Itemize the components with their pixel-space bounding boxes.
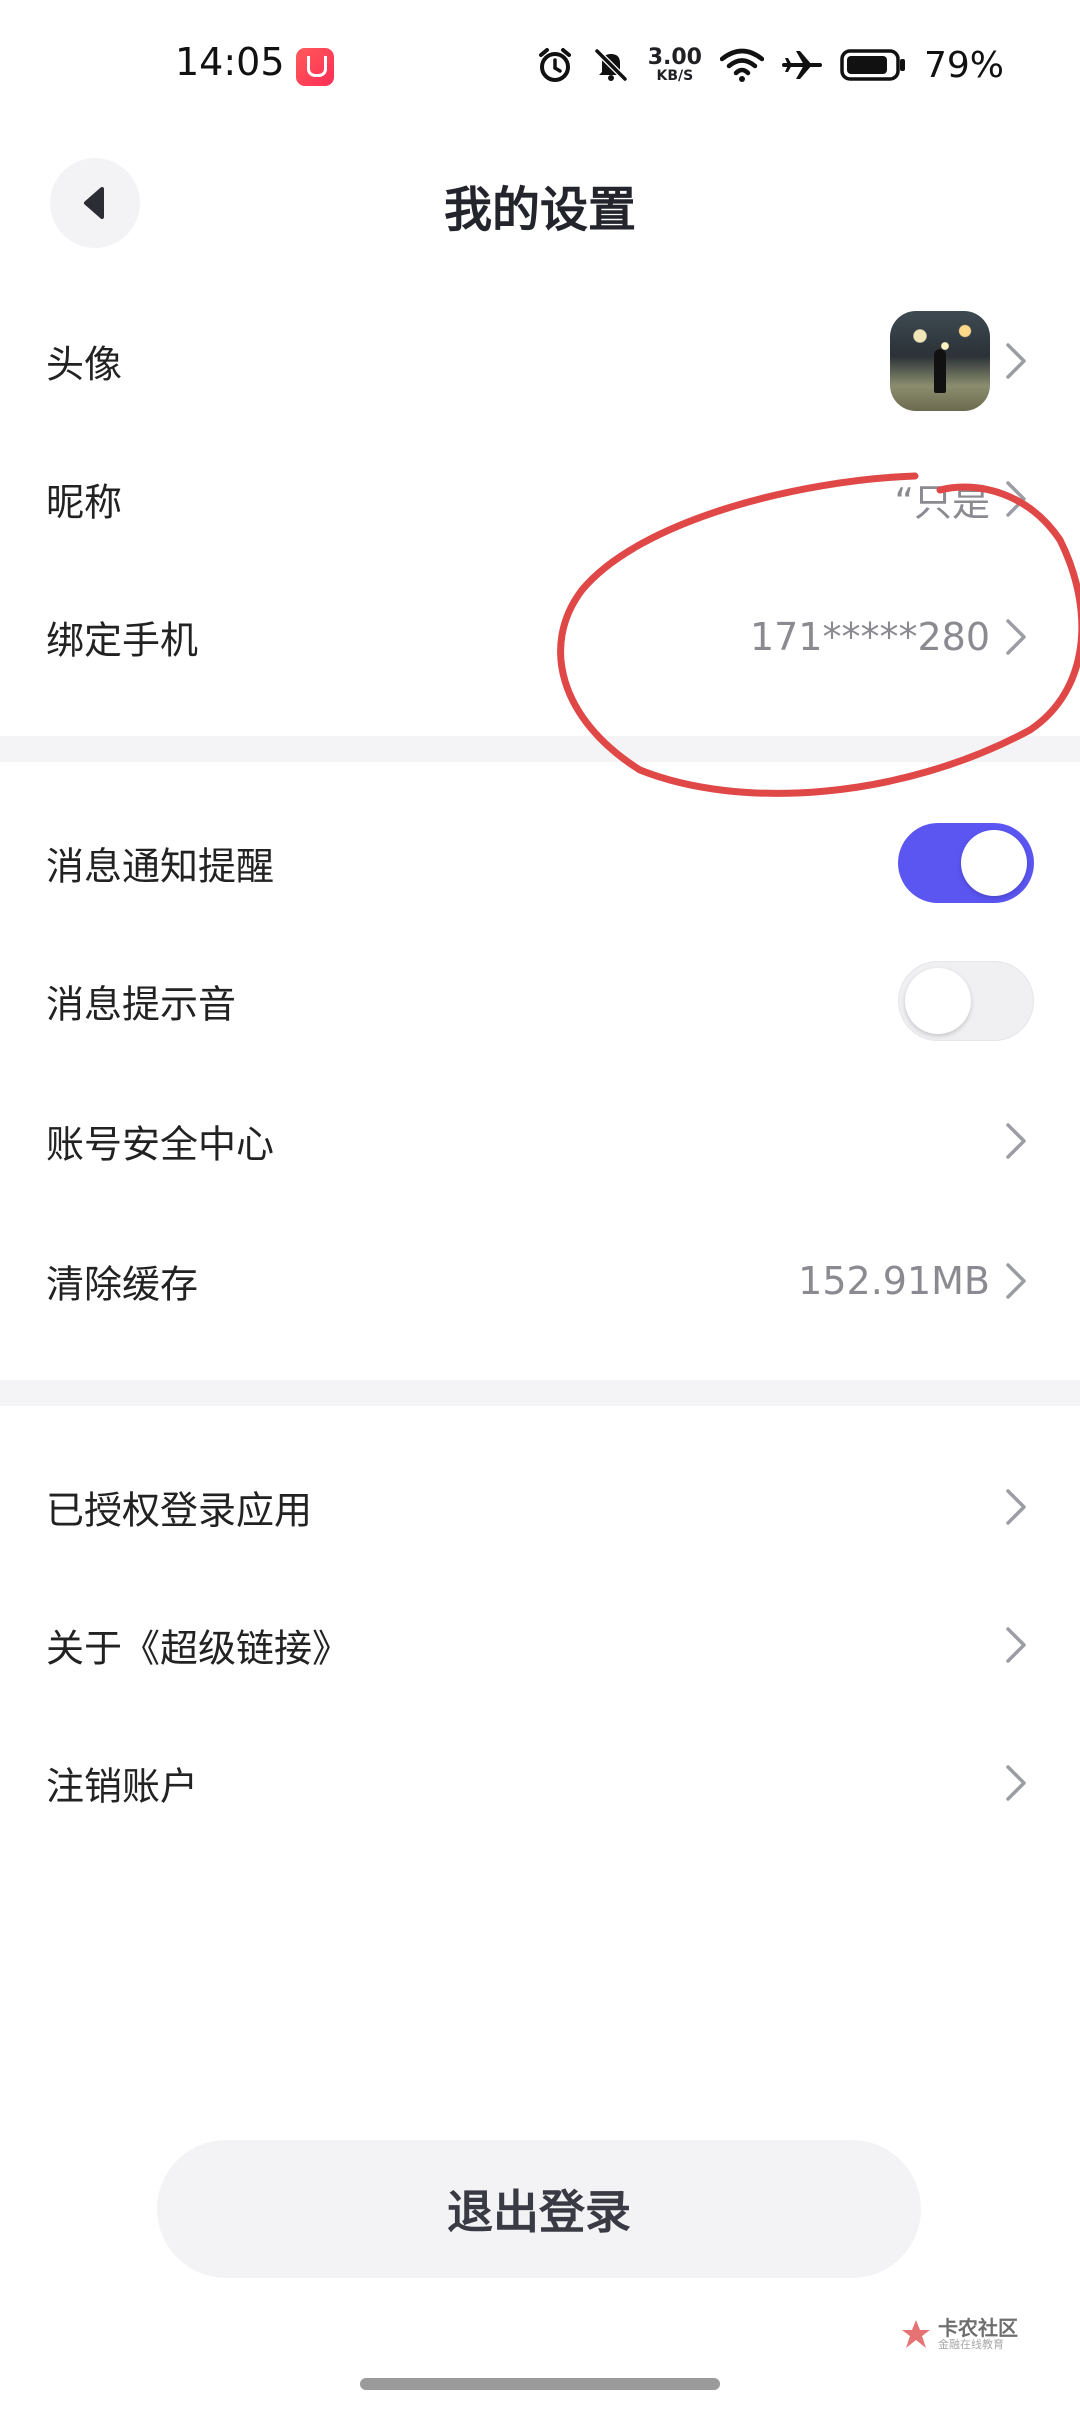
status-icons: 3.00 KB/S 79% (536, 40, 1004, 90)
chevron-right-icon (1006, 1765, 1026, 1801)
home-indicator[interactable] (360, 2378, 720, 2390)
battery-icon (840, 48, 906, 82)
watermark-logo-icon (902, 2320, 930, 2349)
page-title: 我的设置 (443, 182, 636, 238)
delete-account-row[interactable]: 注销账户 (0, 1714, 1080, 1852)
cache-label: 清除缓存 (46, 1262, 199, 1307)
security-row[interactable]: 账号安全中心 (0, 1072, 1080, 1210)
nickname-row[interactable]: 昵称 “只是 (0, 430, 1080, 568)
chevron-right-icon (1006, 481, 1026, 517)
chevron-right-icon (1006, 619, 1026, 655)
chevron-right-icon (1006, 1263, 1026, 1299)
cache-row[interactable]: 清除缓存 152.91MB (0, 1212, 1080, 1350)
security-label: 账号安全中心 (46, 1122, 275, 1167)
phone-label: 绑定手机 (46, 618, 199, 663)
avatar (890, 311, 990, 411)
chevron-right-icon (1006, 343, 1026, 379)
nickname-value: “只是 (894, 480, 990, 525)
avatar-row[interactable]: 头像 (0, 292, 1080, 430)
chevron-right-icon (1006, 1627, 1026, 1663)
authorized-apps-row[interactable]: 已授权登录应用 (0, 1438, 1080, 1576)
status-time: 14:05 (175, 40, 285, 84)
alarm-icon (536, 46, 574, 84)
watermark: 卡农社区 金融在线教育 (900, 2318, 1018, 2351)
watermark-subtitle: 金融在线教育 (938, 2338, 1004, 2351)
sound-row: 消息提示音 (0, 932, 1080, 1070)
sound-label: 消息提示音 (46, 982, 237, 1027)
app-notification-icon (296, 48, 334, 86)
chevron-right-icon (1006, 1123, 1026, 1159)
notify-label: 消息通知提醒 (46, 844, 275, 889)
notify-row: 消息通知提醒 (0, 794, 1080, 932)
cache-size-value: 152.91MB (798, 1259, 990, 1303)
nickname-label: 昵称 (46, 480, 123, 525)
chevron-right-icon (1006, 1489, 1026, 1525)
airplane-icon (781, 47, 822, 83)
net-speed-unit: KB/S (656, 68, 694, 84)
mute-bell-icon (592, 46, 630, 84)
authorized-apps-label: 已授权登录应用 (46, 1488, 313, 1533)
delete-account-label: 注销账户 (46, 1764, 199, 1809)
avatar-label: 头像 (46, 342, 123, 387)
watermark-title: 卡农社区 (938, 2316, 1018, 2340)
phone-value: 171*****280 (749, 615, 990, 659)
phone-row[interactable]: 绑定手机 171*****280 (0, 568, 1080, 706)
section-divider (0, 736, 1080, 762)
net-speed: 3.00 KB/S (647, 45, 702, 84)
about-row[interactable]: 关于《超级链接》 (0, 1576, 1080, 1714)
battery-percent: 79% (923, 44, 1004, 86)
sound-toggle[interactable] (898, 961, 1034, 1041)
net-speed-value: 3.00 (647, 45, 702, 70)
section-divider (0, 1380, 1080, 1406)
logout-button[interactable]: 退出登录 (157, 2140, 921, 2278)
notify-toggle[interactable] (898, 823, 1034, 903)
about-label: 关于《超级链接》 (46, 1626, 351, 1671)
status-bar: 14:05 3.00 KB/S 79% (0, 0, 1080, 140)
wifi-icon (719, 47, 764, 83)
